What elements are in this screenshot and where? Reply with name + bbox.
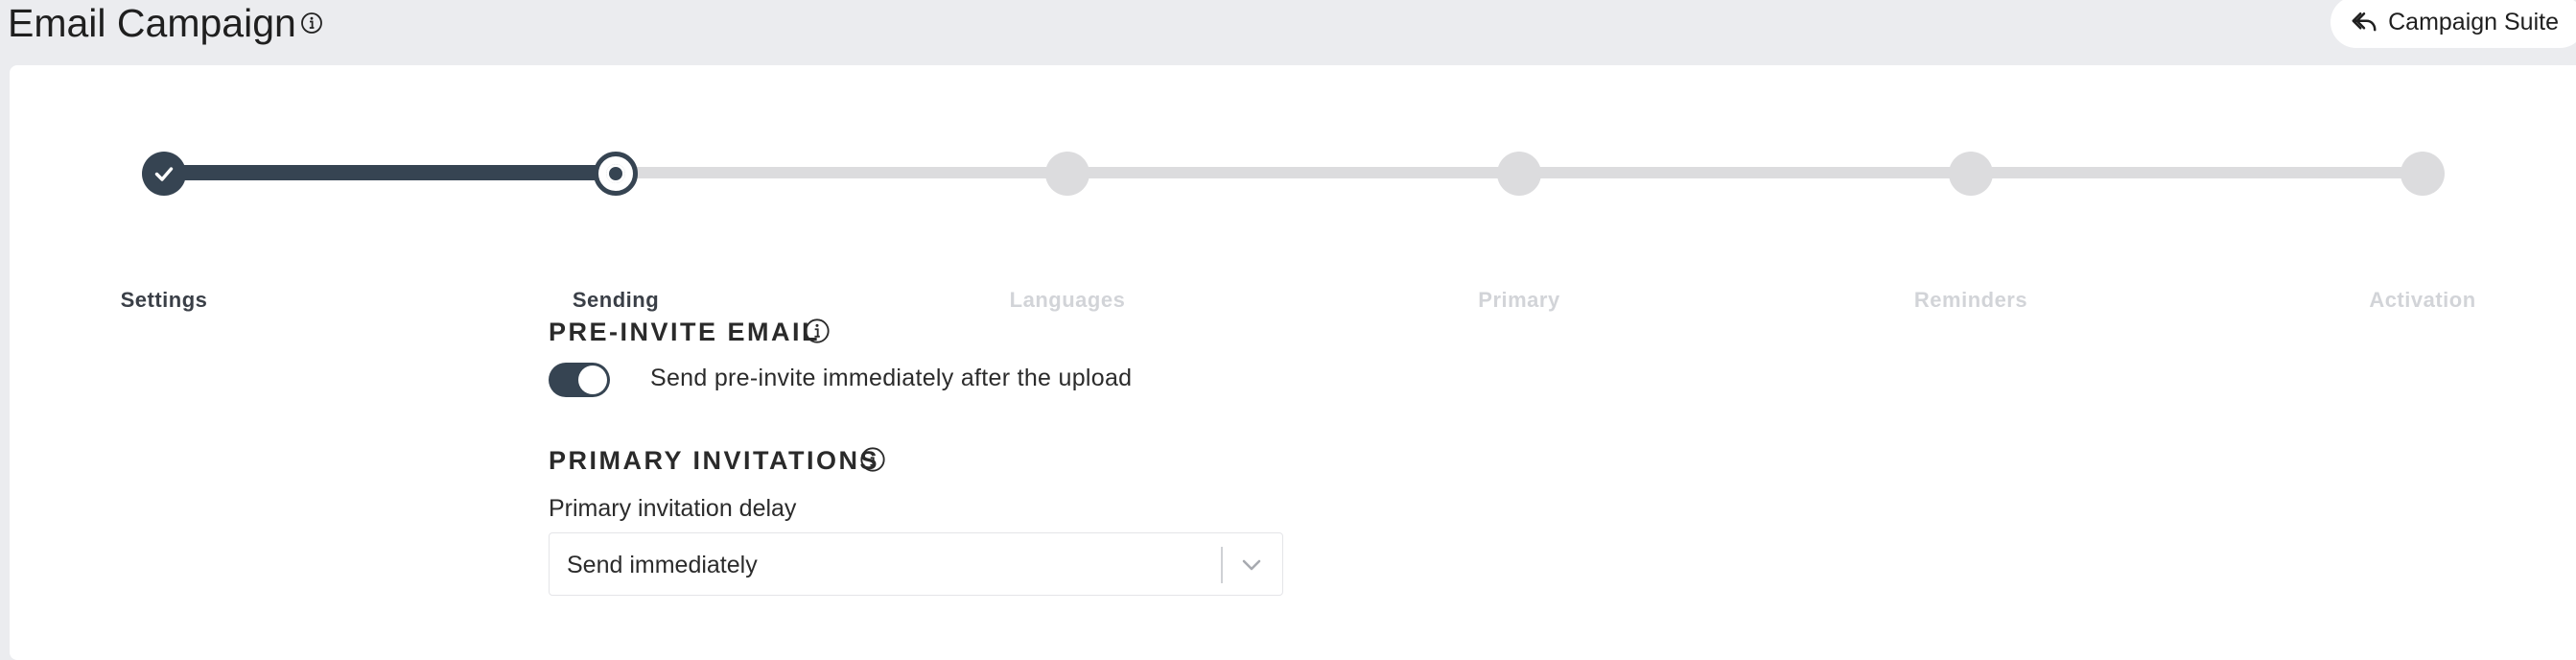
progress-stepper: Settings Sending Languages Primary Remin…	[10, 65, 2576, 312]
primary-invitation-delay-label: Primary invitation delay	[549, 495, 797, 522]
step-label: Sending	[572, 288, 660, 312]
step-label: Languages	[1009, 288, 1126, 312]
step-dot	[2400, 152, 2445, 196]
step-dot-current	[594, 152, 638, 196]
checkmark-icon	[154, 167, 174, 181]
info-icon[interactable]	[804, 318, 831, 344]
pre-invite-toggle[interactable]	[549, 363, 610, 397]
chevron-down-icon[interactable]	[1238, 554, 1265, 577]
campaign-suite-button[interactable]: Campaign Suite	[2330, 0, 2576, 48]
campaign-suite-label: Campaign Suite	[2388, 8, 2559, 35]
select-value: Send immediately	[567, 552, 758, 578]
step-label: Activation	[2369, 288, 2476, 312]
info-icon[interactable]	[859, 446, 886, 473]
toggle-knob	[578, 365, 607, 394]
primary-invitations-section-title: PRIMARY INVITATIONS	[549, 446, 880, 475]
step-dot	[1045, 152, 1089, 196]
step-dot-inner	[603, 161, 628, 186]
page-header: Email Campaign Campaign Suite	[0, 0, 2576, 65]
step-label: Settings	[120, 288, 208, 312]
pre-invite-toggle-label: Send pre-invite immediately after the up…	[650, 365, 1133, 391]
select-separator	[1221, 547, 1223, 583]
main-card: Settings Sending Languages Primary Remin…	[10, 65, 2576, 660]
page-title: Email Campaign	[8, 1, 296, 45]
primary-invitation-delay-select[interactable]: Send immediately	[549, 532, 1283, 596]
step-dot	[1949, 152, 1993, 196]
info-icon[interactable]	[300, 12, 323, 35]
back-arrow-icon	[2352, 12, 2377, 32]
stepper-track-completed	[174, 165, 625, 180]
step-dot-done	[142, 152, 186, 196]
pre-invite-section-title: PRE-INVITE EMAIL	[549, 318, 821, 346]
step-label: Primary	[1478, 288, 1560, 312]
step-label: Reminders	[1913, 288, 2028, 312]
step-dot	[1497, 152, 1541, 196]
